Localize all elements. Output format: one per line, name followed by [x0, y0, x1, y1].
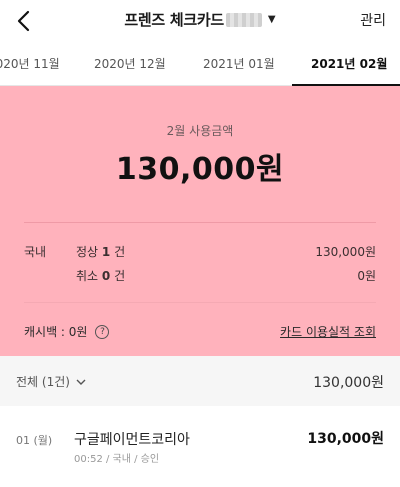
transaction-amount: 130,000원 — [307, 431, 384, 447]
page-title: 프렌즈 체크카드 — [124, 11, 224, 29]
filter-dropdown[interactable]: 전체 (1건) — [16, 373, 86, 390]
cancel-count-label: 취소 0 건 — [76, 267, 125, 284]
cashback: 캐시백 : 0원 ? — [24, 323, 110, 340]
normal-label-prefix: 정상 — [76, 245, 99, 259]
filter-bar: 전체 (1건) 130,000원 — [0, 356, 400, 406]
divider — [24, 302, 376, 303]
normal-count: 1 — [101, 245, 111, 259]
manage-button[interactable]: 관리 — [360, 10, 386, 30]
transaction-meta: 00:52 / 국내 / 승인 — [74, 454, 160, 465]
divider — [24, 222, 376, 223]
tab-2020-11[interactable]: 2020년 11월 — [0, 55, 60, 72]
chevron-down-icon — [76, 379, 86, 385]
cancel-label-suffix: 건 — [114, 269, 126, 283]
usage-amount: 130,000원 — [115, 152, 285, 187]
domestic-label: 국내 — [24, 245, 47, 259]
usage-label: 2월 사용금액 — [166, 124, 234, 138]
cashback-text: 캐시백 : 0원 — [24, 325, 88, 339]
filter-label: 전체 (1건) — [16, 375, 70, 389]
normal-amount: 130,000원 — [315, 245, 376, 259]
transaction-row[interactable]: 01 (월) 구글페이먼트코리아 00:52 / 국내 / 승인 130,000… — [0, 406, 400, 487]
cancel-count: 0 — [101, 269, 111, 283]
transaction-date: 01 (월) — [16, 434, 53, 447]
cancel-label-prefix: 취소 — [76, 269, 99, 283]
caret-down-icon: ▼ — [267, 14, 276, 25]
card-performance-link[interactable]: 카드 이용실적 조회 — [280, 323, 376, 340]
question-icon[interactable]: ? — [95, 324, 110, 339]
card-selector[interactable]: 프렌즈 체크카드 ▼ — [0, 9, 400, 30]
masked-card-number — [225, 12, 262, 27]
usage-summary: 2월 사용금액 130,000원 국내 정상 1 건 130,000원 취소 0… — [0, 86, 400, 356]
tab-2021-01[interactable]: 2021년 01월 — [203, 55, 275, 72]
cancel-amount: 0원 — [357, 269, 376, 283]
top-bar: 프렌즈 체크카드 ▼ 관리 — [0, 0, 400, 42]
normal-count-label: 정상 1 건 — [76, 243, 125, 260]
month-tabs: 2020년 11월 2020년 12월 2021년 01월 2021년 02월 — [0, 42, 400, 86]
transaction-merchant: 구글페이먼트코리아 — [74, 432, 190, 448]
normal-label-suffix: 건 — [114, 245, 126, 259]
tab-2021-02[interactable]: 2021년 02월 — [311, 55, 387, 72]
filter-total: 130,000원 — [313, 375, 384, 391]
tab-2020-12[interactable]: 2020년 12월 — [94, 55, 166, 72]
